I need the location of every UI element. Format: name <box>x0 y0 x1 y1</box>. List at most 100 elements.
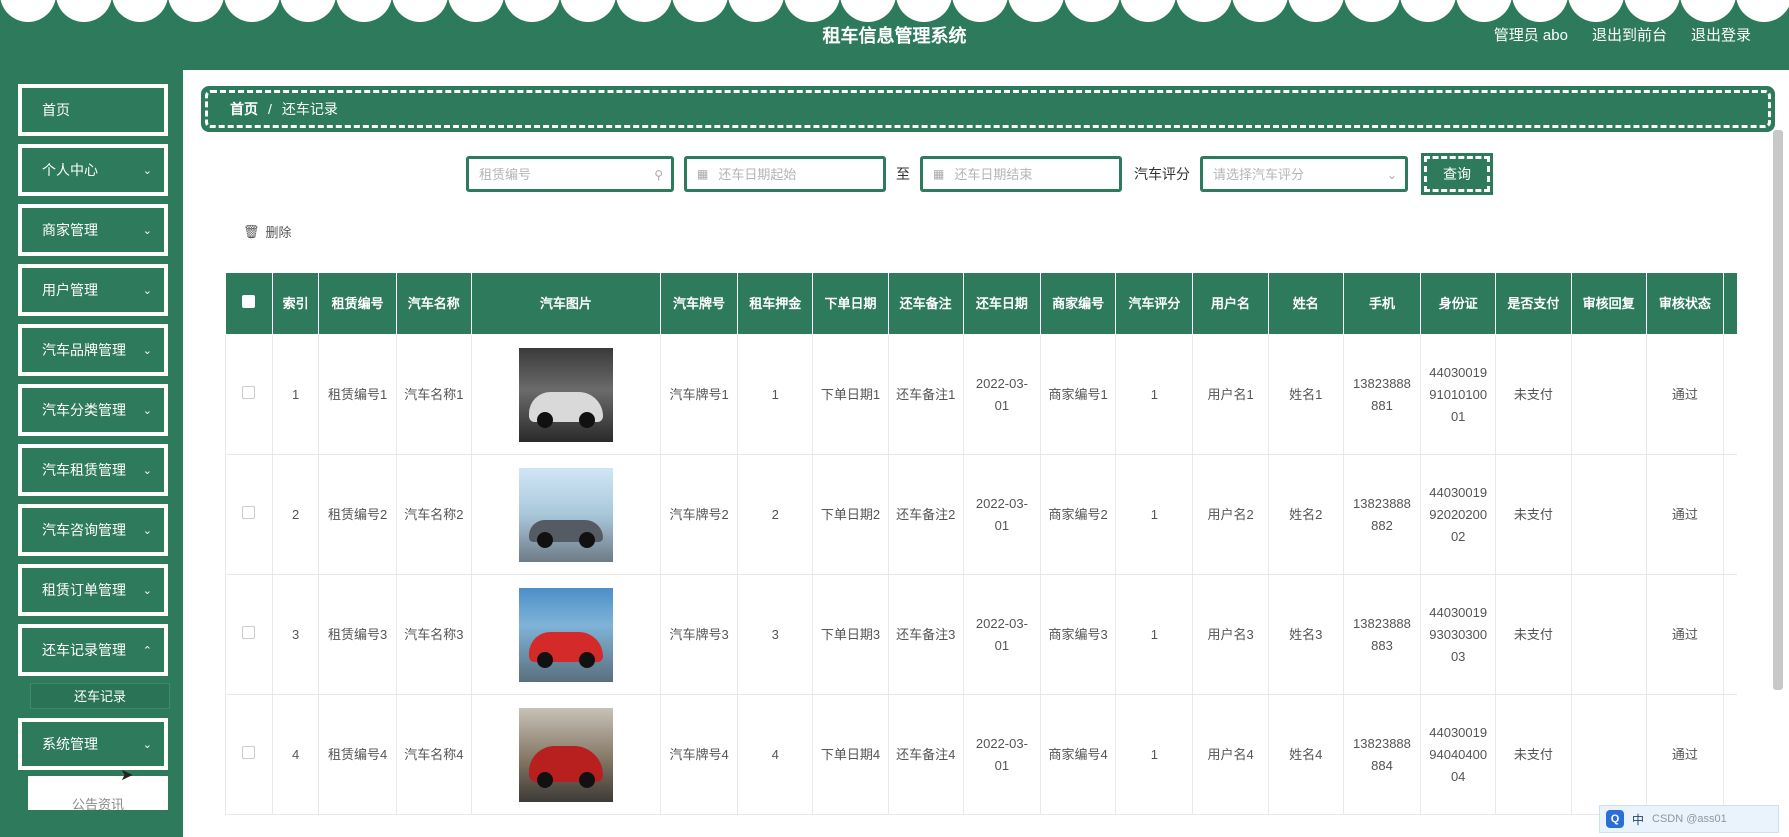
column-header[interactable]: 是否支付 <box>1495 272 1572 335</box>
merchant-no-cell: 商家编号3 <box>1040 574 1117 695</box>
breadcrumb-home-link[interactable]: 首页 <box>230 99 258 119</box>
column-header[interactable]: 汽车名称 <box>395 272 472 335</box>
remark-cell: 还车备注2 <box>887 454 964 575</box>
column-header[interactable]: 汽车图片 <box>470 272 661 335</box>
car-name-cell: 汽车名称2 <box>395 454 472 575</box>
row-select-cell[interactable] <box>225 574 273 695</box>
index-cell: 2 <box>271 454 320 575</box>
name-cell: 姓名4 <box>1267 694 1344 815</box>
row-select-cell[interactable] <box>225 454 273 575</box>
column-header[interactable]: 租车押金 <box>737 272 814 335</box>
sidebar-item-home[interactable]: 首页 <box>18 84 168 136</box>
row-checkbox[interactable] <box>242 625 256 639</box>
phone-cell: 13823888883 <box>1342 574 1422 695</box>
row-checkbox[interactable] <box>242 505 256 519</box>
row-checkbox[interactable] <box>242 745 256 759</box>
select-all-header[interactable] <box>225 272 273 335</box>
back-to-front-link[interactable]: 退出到前台 <box>1592 24 1667 45</box>
rental-no-search-field[interactable]: ⚲ <box>466 156 674 192</box>
car-image[interactable] <box>518 467 613 562</box>
return-date-end-input[interactable] <box>954 166 1109 182</box>
column-header[interactable]: 审核回复 <box>1570 272 1647 335</box>
column-header[interactable]: 下单日期 <box>812 272 889 335</box>
merchant-no-cell: 商家编号2 <box>1040 454 1117 575</box>
sidebar-item-car-brand[interactable]: 汽车品牌管理 ⌄ <box>18 324 168 376</box>
deposit-cell: 3 <box>737 574 814 695</box>
column-header[interactable]: 商家编号 <box>1040 272 1117 335</box>
header-user-area: 管理员 abo 退出到前台 退出登录 <box>1494 24 1751 45</box>
column-header[interactable]: 租赁编号 <box>318 272 397 335</box>
merchant-no-cell: 商家编号4 <box>1040 694 1117 815</box>
column-header[interactable]: 还车备注 <box>887 272 964 335</box>
sidebar-item-merchant[interactable]: 商家管理 ⌄ <box>18 204 168 256</box>
query-button[interactable]: 查询 <box>1421 153 1493 195</box>
column-header[interactable]: 姓名 <box>1267 272 1344 335</box>
sidebar-subitem-return-record[interactable]: 还车记录 <box>30 683 170 709</box>
header-scallop <box>448 0 504 22</box>
column-header[interactable]: 还车日期 <box>962 272 1042 335</box>
sidebar-item-label: 用户管理 <box>42 282 98 298</box>
row-select-cell[interactable] <box>225 694 273 815</box>
column-header[interactable]: 手机 <box>1342 272 1422 335</box>
rating-select-input[interactable] <box>1213 166 1395 182</box>
rental-no-input[interactable] <box>479 166 661 182</box>
sidebar-item-users[interactable]: 用户管理 ⌄ <box>18 264 168 316</box>
sidebar-item-rental-orders[interactable]: 租赁订单管理 ⌄ <box>18 564 168 616</box>
car-image[interactable] <box>518 347 613 442</box>
sidebar-item-car-rental[interactable]: 汽车租赁管理 ⌄ <box>18 444 168 496</box>
logout-link[interactable]: 退出登录 <box>1691 24 1751 45</box>
actions-cell <box>1722 694 1737 815</box>
header-scallop <box>1176 0 1232 22</box>
table-row: 2 租赁编号2 汽车名称2 汽车牌号2 2 下单日期2 还车备注2 2022-0… <box>225 454 1737 575</box>
id-card-cell: 440300199404040004 <box>1420 694 1497 815</box>
car-image[interactable] <box>518 587 613 682</box>
rental-no-cell: 租赁编号1 <box>318 334 397 455</box>
column-header[interactable]: 用户名 <box>1192 272 1269 335</box>
sidebar-item-label: 系统管理 <box>42 736 98 752</box>
chevron-down-icon: ⌄ <box>142 739 152 751</box>
column-header[interactable]: 汽车评分 <box>1115 272 1194 335</box>
search-icon: ⚲ <box>654 168 663 182</box>
breadcrumb: 首页 / 还车记录 <box>201 86 1775 132</box>
column-header[interactable]: 索引 <box>271 272 320 335</box>
search-bar: ⚲ ▦ 至 ▦ 汽车评分 ⌄ 查询 <box>466 153 1493 195</box>
sidebar-item-label: 汽车租赁管理 <box>42 462 126 478</box>
sidebar-item-system[interactable]: 系统管理 ⌄ <box>18 718 168 770</box>
sidebar-subitem-announcements[interactable]: 公告资讯 <box>28 776 168 810</box>
select-all-checkbox[interactable] <box>242 294 256 308</box>
header-scallop <box>1400 0 1456 22</box>
merchant-no-cell: 商家编号1 <box>1040 334 1117 455</box>
car-image-cell <box>470 334 661 455</box>
ime-mode[interactable]: 中 <box>1632 811 1644 828</box>
header-scallop <box>336 0 392 22</box>
trash-icon: 🗑 <box>243 223 260 239</box>
row-select-cell[interactable] <box>225 334 273 455</box>
table-row: 4 租赁编号4 汽车名称4 汽车牌号4 4 下单日期4 还车备注4 2022-0… <box>225 694 1737 815</box>
car-name-cell: 汽车名称4 <box>395 694 472 815</box>
return-date-end-field[interactable]: ▦ <box>920 156 1122 192</box>
paid-cell: 未支付 <box>1495 694 1572 815</box>
return-date-start-field[interactable]: ▦ <box>684 156 886 192</box>
index-cell: 1 <box>271 334 320 455</box>
sidebar-item-label: 汽车品牌管理 <box>42 342 126 358</box>
sidebar-item-personal-center[interactable]: 个人中心 ⌄ <box>18 144 168 196</box>
sidebar-item-return-records[interactable]: 还车记录管理 ⌃ <box>18 624 168 676</box>
row-checkbox[interactable] <box>242 385 256 399</box>
header-scallop <box>504 0 560 22</box>
page-scrollbar[interactable] <box>1773 130 1783 690</box>
return-date-start-input[interactable] <box>718 166 873 182</box>
date-range-separator: 至 <box>896 166 910 182</box>
sidebar-item-car-category[interactable]: 汽车分类管理 ⌄ <box>18 384 168 436</box>
car-image[interactable] <box>518 707 613 802</box>
ime-logo-icon: Q <box>1606 810 1624 828</box>
column-header[interactable]: 审核状态 <box>1645 272 1724 335</box>
column-header[interactable]: 汽车牌号 <box>659 272 739 335</box>
rating-select[interactable]: ⌄ <box>1200 156 1408 192</box>
return-date-cell: 2022-03-01 <box>962 694 1042 815</box>
rating-cell: 1 <box>1115 694 1194 815</box>
remark-cell: 还车备注3 <box>887 574 964 695</box>
delete-button[interactable]: 🗑 删除 <box>243 222 292 241</box>
sidebar-item-car-consult[interactable]: 汽车咨询管理 ⌄ <box>18 504 168 556</box>
header-scallop <box>168 0 224 22</box>
column-header[interactable]: 身份证 <box>1420 272 1497 335</box>
